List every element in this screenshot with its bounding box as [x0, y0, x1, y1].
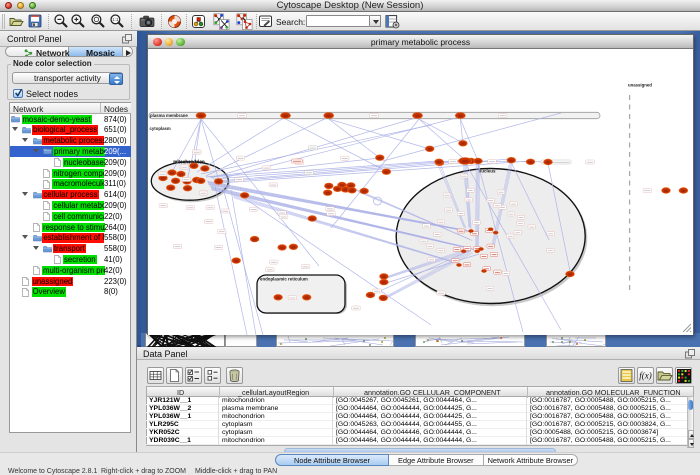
svg-text:nucleus: nucleus: [478, 169, 496, 174]
svg-text:mitochondrion: mitochondrion: [173, 159, 205, 164]
svg-text:unassigned: unassigned: [628, 83, 652, 88]
svg-text:plasma membrane: plasma membrane: [150, 113, 188, 118]
svg-text:f(x): f(x): [639, 371, 652, 381]
svg-text:endoplasmic reticulum: endoplasmic reticulum: [260, 277, 308, 282]
svg-text:cytoplasm: cytoplasm: [150, 126, 171, 131]
